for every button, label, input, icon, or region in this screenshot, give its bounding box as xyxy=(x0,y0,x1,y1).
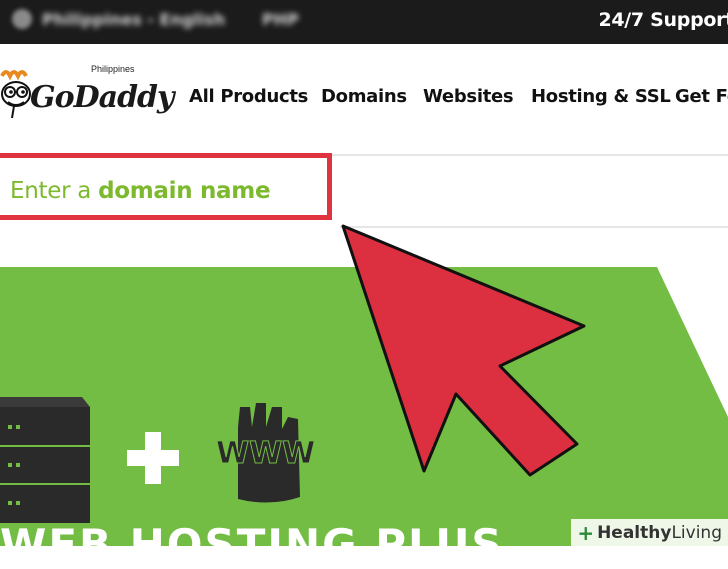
support-link[interactable]: 24/7 Support xyxy=(598,9,728,31)
nav-websites[interactable]: Websites xyxy=(423,86,514,107)
currency-selector[interactable]: PHP xyxy=(262,10,299,29)
healthy-living-watermark: + Healthy Living xyxy=(571,519,728,546)
locale-selector[interactable]: Philippines - English xyxy=(42,10,225,29)
nav-get-found[interactable]: Get Fo xyxy=(675,86,728,107)
nav-all-products[interactable]: All Products xyxy=(189,86,308,107)
domain-search-input[interactable]: Enter a domain name xyxy=(0,153,332,220)
banner-background: WWW xyxy=(0,267,728,546)
globe-icon[interactable] xyxy=(12,9,32,29)
nav-hosting-ssl[interactable]: Hosting & SSL xyxy=(531,86,671,107)
nav-domains[interactable]: Domains xyxy=(321,86,407,107)
plus-logo-icon: + xyxy=(577,520,595,545)
brand-country: Philippines xyxy=(91,64,135,74)
svg-text:WWW: WWW xyxy=(216,436,315,471)
server-icon xyxy=(0,397,90,523)
godaddy-logo[interactable]: Philippines GoDaddy xyxy=(0,60,174,130)
brand-name: GoDaddy xyxy=(30,80,174,115)
search-placeholder: Enter a domain name xyxy=(10,178,271,204)
promo-banner: WWW xyxy=(0,267,728,546)
top-bar: Philippines - English PHP 24/7 Support xyxy=(0,0,728,44)
banner-headline: WEB HOSTING PLUS xyxy=(0,520,504,569)
search-underline xyxy=(340,226,728,228)
